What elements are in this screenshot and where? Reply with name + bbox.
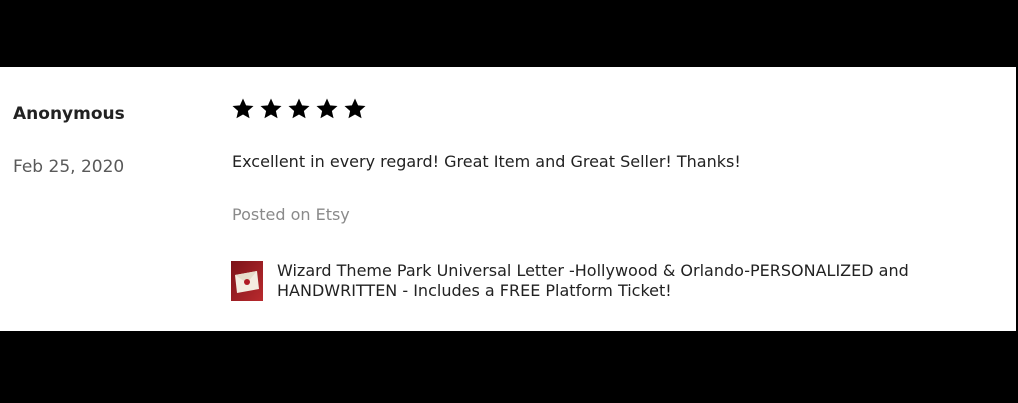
product-thumbnail-icon[interactable] (231, 261, 263, 301)
review-date: Feb 25, 2020 (13, 157, 125, 177)
star-icon (231, 97, 255, 121)
review-source: Posted on Etsy (232, 205, 350, 224)
top-black-bar (0, 0, 1018, 67)
star-icon (287, 97, 311, 121)
bottom-black-bar (0, 331, 1018, 403)
star-icon (343, 97, 367, 121)
star-icon (315, 97, 339, 121)
star-icon (259, 97, 283, 121)
item-title-link[interactable]: Wizard Theme Park Universal Letter -Holl… (277, 261, 997, 301)
reviewed-item[interactable]: Wizard Theme Park Universal Letter -Holl… (231, 261, 997, 301)
review-text: Excellent in every regard! Great Item an… (232, 152, 741, 171)
star-rating (231, 97, 367, 121)
reviewer-name: Anonymous (13, 104, 125, 124)
review-card: Anonymous Feb 25, 2020 Excellent in ever… (0, 67, 1016, 331)
